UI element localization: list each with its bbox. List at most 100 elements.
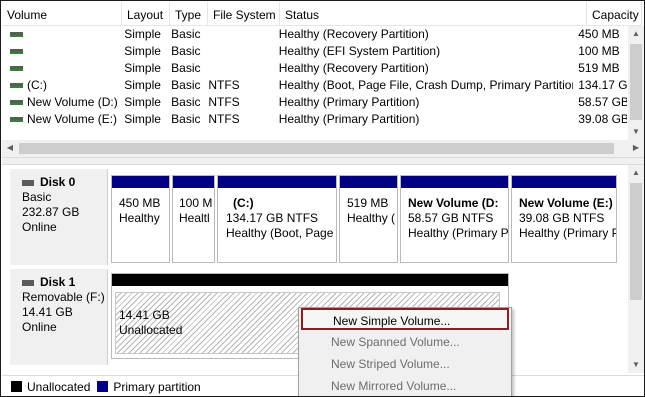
column-header-type[interactable]: Type — [170, 2, 208, 26]
column-header-file-system[interactable]: File System — [208, 2, 280, 26]
chevron-left-icon[interactable]: ◀ — [2, 140, 18, 156]
layout-cell: Simple — [124, 112, 161, 126]
unallocated-text: 14.41 GB Unallocated — [119, 308, 182, 338]
file-system-cell — [203, 43, 273, 60]
type-cell: Basic — [171, 78, 201, 92]
disk-0-label[interactable]: Disk 0 Basic 232.87 GB Online — [10, 169, 108, 265]
context-menu: New Simple Volume... New Spanned Volume.… — [298, 307, 512, 396]
disk-1-title: Disk 1 — [40, 275, 76, 289]
partition-body: New Volume (E:) 39.08 GB NTFS Healthy (P… — [512, 188, 616, 241]
legend-swatch-primary — [97, 381, 109, 392]
volume-row[interactable]: (C:) Simple Basic NTFS Healthy (Boot, Pa… — [2, 77, 627, 94]
legend-item-unallocated: Unallocated — [11, 380, 90, 394]
chevron-up-icon[interactable]: ▲ — [628, 26, 644, 42]
column-header-capacity[interactable]: Capacity — [587, 2, 642, 26]
partition-d[interactable]: New Volume (D: 58.57 GB NTFS Healthy (Pr… — [400, 175, 509, 263]
scroll-thumb[interactable] — [630, 44, 642, 120]
volume-list-header: Volume Layout Type File System Status Ca… — [2, 2, 642, 26]
disk-drive-icon — [10, 117, 23, 122]
partition-bar — [340, 176, 397, 188]
scroll-thumb[interactable] — [630, 183, 642, 300]
partition-body: 100 M Healtl — [173, 188, 214, 226]
column-header-layout[interactable]: Layout — [122, 2, 170, 26]
chevron-right-icon[interactable]: ▶ — [628, 140, 644, 156]
partition-size: 39.08 GB NTFS — [519, 211, 605, 225]
legend-swatch-unallocated — [11, 381, 22, 392]
capacity-cell: 519 MB — [578, 61, 620, 75]
type-cell: Basic — [171, 95, 201, 109]
partition-bar — [112, 176, 169, 188]
partition-bar — [512, 176, 616, 188]
status-cell: Healthy (Recovery Partition) — [278, 61, 429, 75]
partition-size: 134.17 GB NTFS — [226, 211, 319, 225]
column-header-volume[interactable]: Volume — [2, 2, 122, 26]
layout-cell: Simple — [124, 44, 161, 58]
partition-bar — [173, 176, 214, 188]
scroll-thumb[interactable] — [19, 143, 614, 154]
status-cell: Healthy (EFI System Partition) — [278, 44, 441, 58]
unallocated-bar — [112, 274, 508, 286]
partition-recovery-2[interactable]: 519 MB Healthy ( — [339, 175, 398, 263]
disk-drive-icon — [22, 279, 34, 286]
graphical-view-vertical-scrollbar[interactable]: ▲ ▼ — [628, 165, 644, 373]
partition-size: 450 MB — [119, 196, 161, 210]
volume-cell: (C:) — [2, 77, 119, 94]
status-cell: Healthy (Recovery Partition) — [278, 27, 429, 41]
menu-item-new-simple-volume[interactable]: New Simple Volume... — [301, 308, 509, 330]
partition-name: (C:) — [233, 196, 254, 210]
unallocated-size: 14.41 GB — [119, 308, 170, 322]
chevron-up-icon[interactable]: ▲ — [628, 165, 644, 181]
menu-item-new-mirrored-volume[interactable]: New Mirrored Volume... — [301, 375, 509, 396]
disk-drive-icon — [22, 179, 34, 186]
partition-size: 519 MB — [347, 196, 389, 210]
capacity-cell: 58.57 GB — [578, 95, 627, 109]
chevron-down-icon[interactable]: ▼ — [628, 357, 644, 373]
partition-e[interactable]: New Volume (E:) 39.08 GB NTFS Healthy (P… — [511, 175, 617, 263]
volume-row[interactable]: New Volume (D:) Simple Basic NTFS Health… — [2, 94, 627, 111]
type-cell: Basic — [171, 61, 201, 75]
volume-name: New Volume (E:) — [27, 112, 118, 126]
capacity-cell: 39.08 GB — [578, 112, 627, 126]
legend-label-primary: Primary partition — [113, 379, 201, 394]
disk-drive-icon — [10, 32, 23, 37]
volume-cell: New Volume (E:) — [2, 111, 119, 128]
volume-name: (C:) — [27, 78, 47, 92]
disk-management-window: Volume Layout Type File System Status Ca… — [0, 0, 645, 397]
volume-name: New Volume (D:) — [27, 95, 118, 109]
column-header-status[interactable]: Status — [280, 2, 587, 26]
menu-item-new-striped-volume[interactable]: New Striped Volume... — [301, 353, 509, 375]
partition-efi[interactable]: 100 M Healtl — [172, 175, 215, 263]
disk-1-state: Online — [22, 320, 57, 334]
disk-drive-icon — [10, 100, 23, 105]
partition-body: 519 MB Healthy ( — [340, 188, 397, 226]
partition-name: New Volume (E:) — [519, 196, 613, 210]
volume-row[interactable]: Simple Basic Healthy (EFI System Partiti… — [2, 43, 627, 60]
volume-row[interactable]: New Volume (E:) Simple Basic NTFS Health… — [2, 111, 627, 128]
type-cell: Basic — [171, 112, 201, 126]
partition-name: New Volume (D: — [408, 196, 499, 210]
disk-1-label[interactable]: Disk 1 Removable (F:) 14.41 GB Online — [10, 269, 108, 365]
partition-body: 450 MB Healthy — [112, 188, 169, 226]
volume-list: Simple Basic Healthy (Recovery Partition… — [2, 26, 627, 128]
partition-recovery-1[interactable]: 450 MB Healthy — [111, 175, 170, 263]
status-cell: Healthy (Boot, Page File, Crash Dump, Pr… — [278, 78, 574, 92]
chevron-down-icon[interactable]: ▼ — [628, 124, 644, 140]
file-system-cell — [203, 60, 273, 77]
file-system-cell: NTFS — [208, 112, 240, 126]
pane-splitter[interactable] — [2, 157, 644, 165]
volume-row[interactable]: Simple Basic Healthy (Recovery Partition… — [2, 26, 627, 43]
menu-item-new-spanned-volume[interactable]: New Spanned Volume... — [301, 331, 509, 353]
volume-row[interactable]: Simple Basic Healthy (Recovery Partition… — [2, 60, 627, 77]
partition-status: Healthy ( — [347, 211, 396, 225]
capacity-cell: 450 MB — [578, 27, 620, 41]
legend-label-unallocated: Unallocated — [27, 379, 91, 394]
status-cell: Healthy (Primary Partition) — [278, 95, 420, 109]
disk-1-type: Removable (F:) — [22, 290, 105, 304]
partition-status: Healthy (Primary P — [408, 226, 508, 240]
volume-list-vertical-scrollbar[interactable]: ▲ ▼ — [628, 26, 644, 140]
partition-c[interactable]: (C:) 134.17 GB NTFS Healthy (Boot, Page — [217, 175, 337, 263]
partition-status: Healthy — [119, 211, 160, 225]
disk-0-state: Online — [22, 220, 57, 234]
volume-list-horizontal-scrollbar[interactable]: ◀ ▶ — [2, 140, 644, 157]
unallocated-label: Unallocated — [119, 323, 183, 337]
